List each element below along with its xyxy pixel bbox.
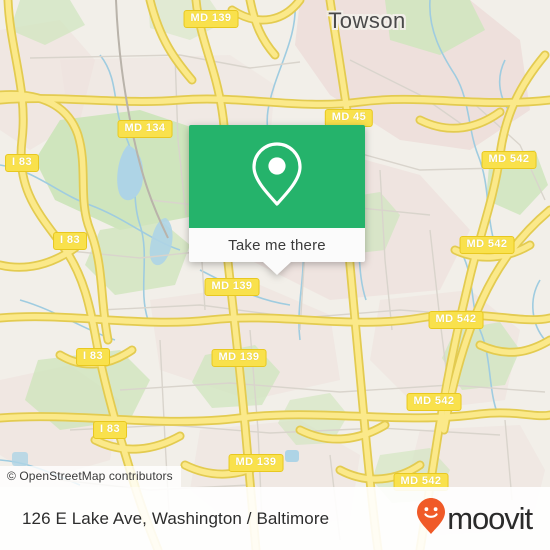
- road-shield: MD 139: [211, 349, 267, 367]
- map-attribution[interactable]: © OpenStreetMap contributors: [0, 466, 181, 487]
- callout-header: [189, 125, 365, 228]
- road-shield: MD 134: [117, 120, 173, 138]
- road-shield: I 83: [93, 421, 127, 439]
- road-shield: I 83: [76, 348, 110, 366]
- callout-pointer: [263, 262, 291, 275]
- bottom-bar: 126 E Lake Ave, Washington / Baltimore m…: [0, 487, 550, 550]
- road-shield: I 83: [5, 154, 39, 172]
- place-label-towson: Towson: [328, 8, 406, 33]
- moovit-pin-icon: [416, 497, 446, 540]
- road-shield: MD 139: [204, 278, 260, 296]
- road-shield: MD 542: [459, 236, 515, 254]
- map-pin-icon: [249, 140, 305, 213]
- location-callout-card[interactable]: Take me there: [189, 125, 365, 275]
- road-shield: MD 139: [183, 10, 239, 28]
- road-shield: I 83: [53, 232, 87, 250]
- road-shield: MD 542: [406, 393, 462, 411]
- take-me-there-button[interactable]: Take me there: [189, 228, 365, 275]
- address-text: 126 E Lake Ave, Washington / Baltimore: [22, 508, 330, 528]
- moovit-wordmark: moovit: [447, 501, 533, 536]
- map-screen: Towson MD 139 MD 134 MD 45 MD 542 I 83 I…: [0, 0, 550, 550]
- road-shield: MD 139: [228, 454, 284, 472]
- take-me-there-label: Take me there: [228, 236, 326, 254]
- moovit-logo[interactable]: moovit: [416, 497, 533, 540]
- road-shield: MD 542: [481, 151, 537, 169]
- road-shield: MD 542: [428, 311, 484, 329]
